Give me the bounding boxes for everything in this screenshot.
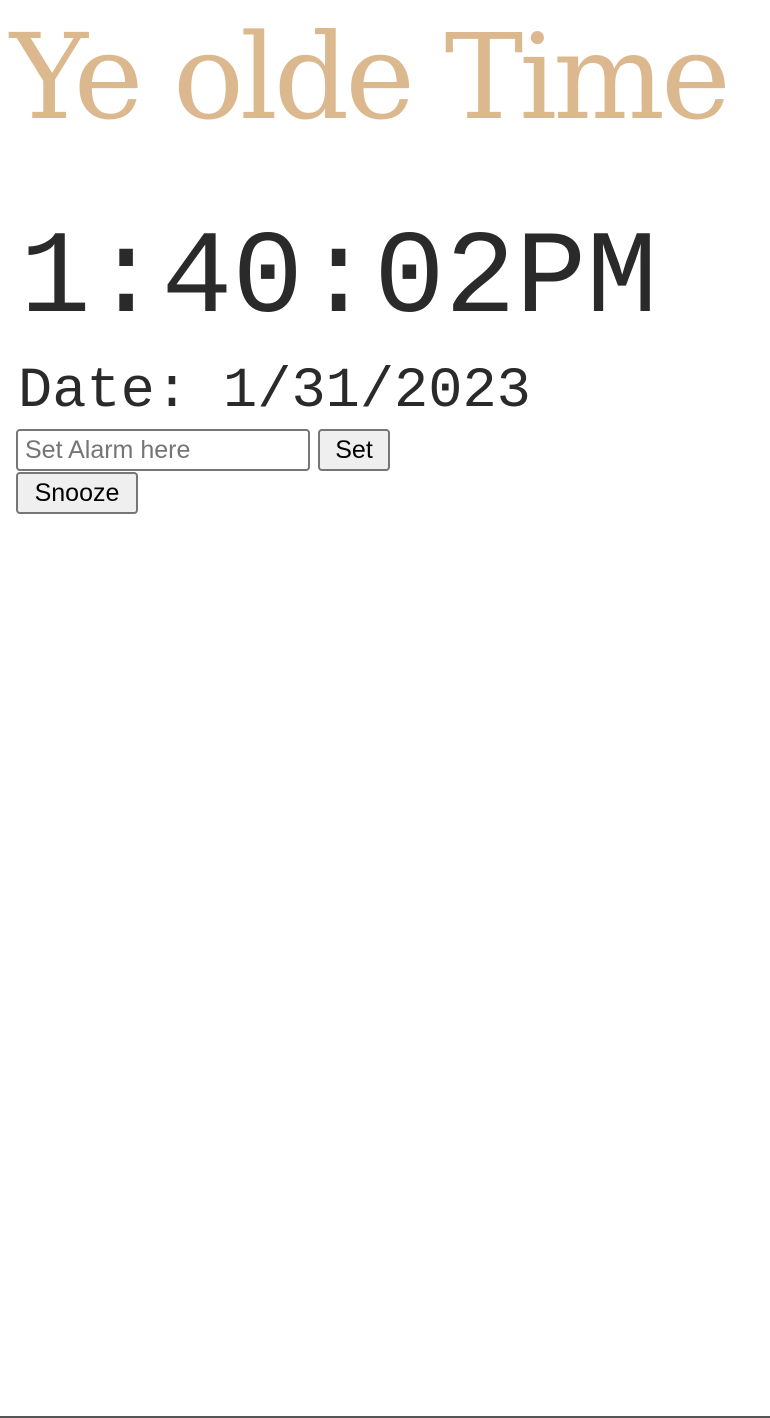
alarm-input[interactable] (16, 429, 310, 471)
date-value: 1/31/2023 (223, 360, 531, 424)
date-line: Date: 1/31/2023 (18, 360, 531, 424)
set-alarm-button[interactable]: Set (318, 429, 390, 471)
clock-time: 1:40:02PM (20, 214, 658, 347)
snooze-button[interactable]: Snooze (16, 472, 138, 514)
app-title: Ye olde Time (10, 8, 731, 146)
alarm-row: Set (16, 429, 390, 471)
clock-page: Ye olde Time 1:40:02PM Date: 1/31/2023 Se… (0, 0, 770, 1416)
date-label: Date: (18, 360, 190, 424)
